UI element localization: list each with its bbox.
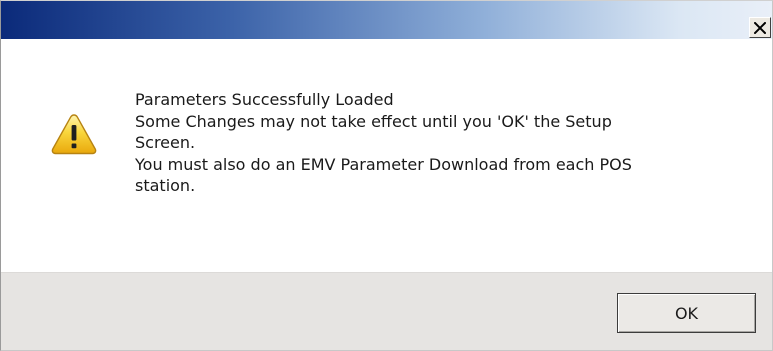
message-line: Some Changes may not take effect until y… xyxy=(135,111,612,131)
message-line: station. xyxy=(135,176,196,195)
title-bar[interactable] xyxy=(1,1,772,39)
message-line-title: Parameters Successfully Loaded xyxy=(135,90,394,109)
dialog-content: Parameters Successfully Loaded Some Chan… xyxy=(1,39,772,272)
button-bar: OK xyxy=(1,272,772,350)
warning-icon xyxy=(51,114,97,155)
message-text: Parameters Successfully Loaded Some Chan… xyxy=(135,89,745,197)
message-dialog: Parameters Successfully Loaded Some Chan… xyxy=(0,0,773,351)
close-button[interactable] xyxy=(749,17,771,38)
message-line: You must also do an EMV Parameter Downlo… xyxy=(135,154,632,174)
message-line: Screen. xyxy=(135,133,196,152)
ok-button[interactable]: OK xyxy=(617,293,756,333)
close-icon xyxy=(754,21,766,34)
